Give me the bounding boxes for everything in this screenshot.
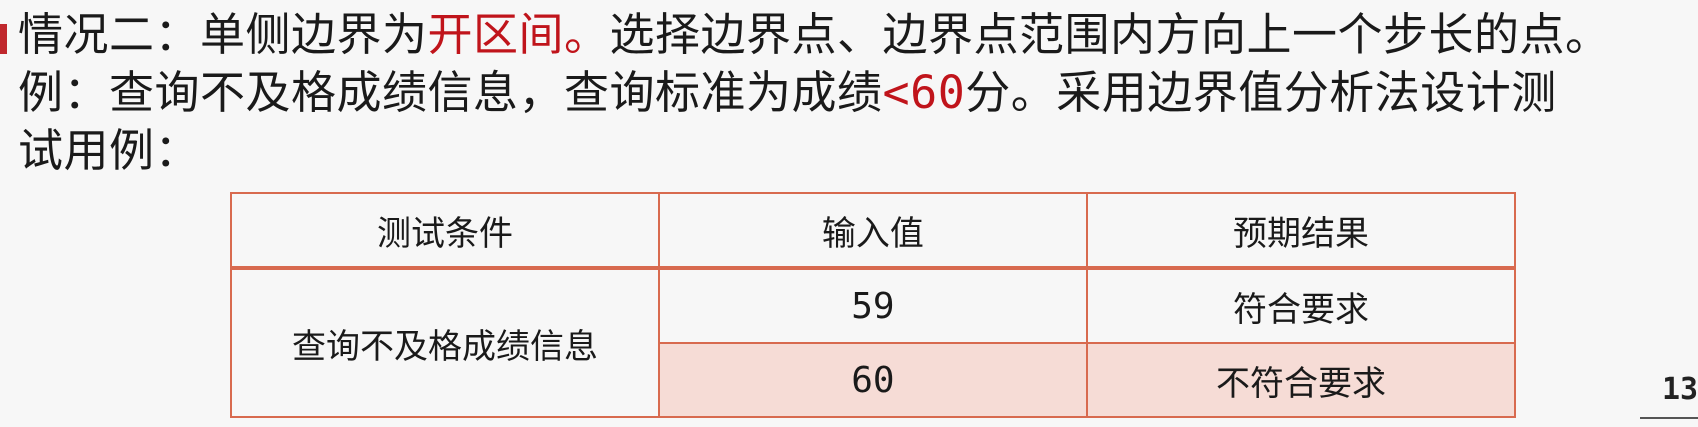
text-segment: 选择边界点、边界点范围内方向上一个步长的点。 [609,8,1611,61]
page-number-underline [1640,417,1698,419]
table-header-row: 测试条件 输入值 预期结果 [230,192,1517,270]
cell-expected-result: 不符合要求 [1085,342,1517,418]
highlight-threshold: <60 [882,66,966,119]
table-row: 查询不及格成绩信息 59 符合要求 [230,267,1517,418]
paragraph-line-1: 情况二：单侧边界为开区间。选择边界点、边界点范围内方向上一个步长的点。 [18,6,1688,64]
highlight-open-interval: 开区间。 [427,8,610,61]
header-test-condition: 测试条件 [230,192,660,270]
cell-expected-result: 符合要求 [1085,267,1517,344]
text-segment: 试用例： [18,124,201,177]
header-input-value: 输入值 [657,192,1088,270]
bullet-marker [0,24,7,54]
text-segment: 分。采用边界值分析法设计测 [965,66,1557,119]
cell-input-value: 60 [657,342,1088,418]
cell-input-value: 59 [657,267,1088,344]
text-segment: 例：查询不及格成绩信息，查询标准为成绩 [18,66,883,119]
page-number: 137 [1662,372,1698,407]
test-case-table: 测试条件 输入值 预期结果 查询不及格成绩信息 59 符合要求 60 不符合要求 [230,192,1517,418]
paragraph-line-3: 试用例： [18,122,1688,180]
cell-test-condition: 查询不及格成绩信息 [230,267,660,418]
paragraph-line-2: 例：查询不及格成绩信息，查询标准为成绩<60分。采用边界值分析法设计测 [18,64,1688,122]
slide-paragraph: 情况二：单侧边界为开区间。选择边界点、边界点范围内方向上一个步长的点。 例：查询… [18,6,1688,180]
header-expected-result: 预期结果 [1085,192,1517,270]
text-segment: 情况二：单侧边界为 [18,8,428,61]
